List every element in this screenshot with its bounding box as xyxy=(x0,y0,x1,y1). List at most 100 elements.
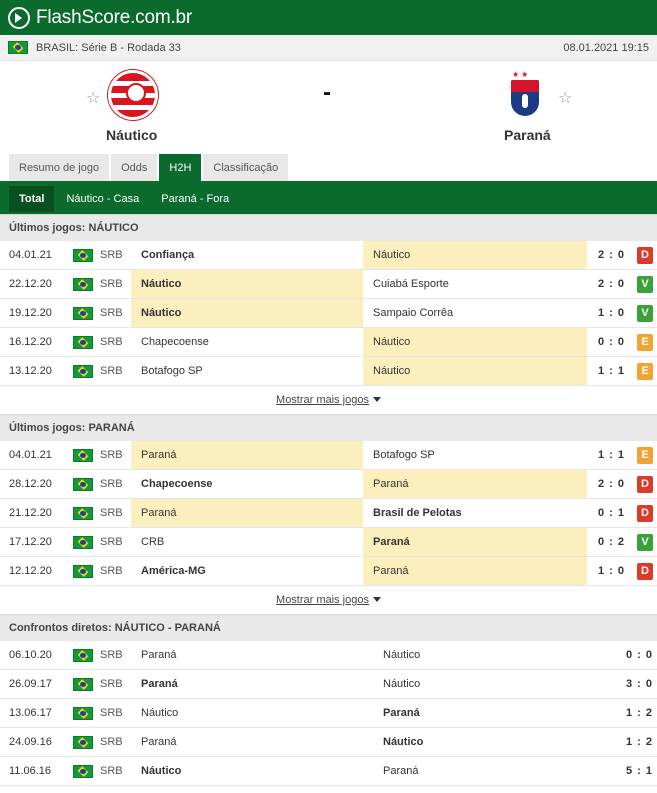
nautico-logo[interactable] xyxy=(108,70,158,120)
league-name[interactable]: BRASIL: Série B - Rodada 33 xyxy=(36,42,563,54)
row-score: 3 : 0 xyxy=(626,678,654,690)
row-away-team: Náutico xyxy=(383,678,421,690)
table-row[interactable]: 06.10.20 SRB Paraná Náutico 0 : 0 xyxy=(0,641,657,670)
table-row[interactable]: 24.09.16 SRB Paraná Náutico 1 : 2 xyxy=(0,728,657,757)
row-date: 19.12.20 xyxy=(9,307,52,319)
row-date: 26.09.17 xyxy=(9,678,52,690)
top-bar: FlashScore.com.br xyxy=(0,0,657,35)
row-competition: SRB xyxy=(100,736,123,748)
tab-odds[interactable]: Odds xyxy=(111,154,158,181)
row-score: 0 : 0 xyxy=(598,336,626,348)
row-away-team: Cuiabá Esporte xyxy=(373,278,449,290)
table-row[interactable]: 17.12.20 SRB CRB Paraná 0 : 2 V xyxy=(0,528,657,557)
tab-classificacao[interactable]: Classificação xyxy=(203,154,289,181)
brazil-flag-icon xyxy=(73,736,93,749)
subtab-home[interactable]: Náutico - Casa xyxy=(56,186,149,212)
table-row[interactable]: 19.12.20 SRB Náutico Sampaio Corrêa 1 : … xyxy=(0,299,657,328)
caret-down-icon xyxy=(372,397,381,402)
subtab-total[interactable]: Total xyxy=(9,186,55,212)
show-more-home[interactable]: Mostrar mais jogos xyxy=(0,386,657,414)
row-competition: SRB xyxy=(100,278,123,290)
row-away-team: Sampaio Corrêa xyxy=(373,307,454,319)
row-score: 1 : 0 xyxy=(598,565,626,577)
row-competition: SRB xyxy=(100,649,123,661)
table-row[interactable]: 21.12.20 SRB Paraná Brasil de Pelotas 0 … xyxy=(0,499,657,528)
row-competition: SRB xyxy=(100,307,123,319)
row-score: 5 : 1 xyxy=(626,765,654,777)
match-header: ☆ Náutico - ★★ ☆ Paraná xyxy=(0,61,657,154)
brazil-flag-icon xyxy=(73,678,93,691)
row-home-team: CRB xyxy=(141,536,165,548)
row-home-team: Náutico xyxy=(141,707,179,719)
table-row[interactable]: 16.12.20 SRB Chapecoense Náutico 0 : 0 E xyxy=(0,328,657,357)
row-date: 04.01.21 xyxy=(9,449,52,461)
row-away-team: Paraná xyxy=(383,765,419,777)
row-competition: SRB xyxy=(100,765,123,777)
brazil-flag-icon xyxy=(73,336,93,349)
table-row[interactable]: 22.12.20 SRB Náutico Cuiabá Esporte 2 : … xyxy=(0,270,657,299)
row-date: 06.10.20 xyxy=(9,649,52,661)
row-date: 22.12.20 xyxy=(9,278,52,290)
row-date: 28.12.20 xyxy=(9,478,52,490)
row-away-team: Paraná xyxy=(363,528,587,556)
row-home-team: Confiança xyxy=(141,249,195,261)
brazil-flag-icon xyxy=(73,278,93,291)
row-score: 0 : 1 xyxy=(598,507,626,519)
away-last-list: 04.01.21 SRB Paraná Botafogo SP 1 : 1 E … xyxy=(0,441,657,586)
row-away-team: Paraná xyxy=(383,707,420,719)
table-row[interactable]: 12.12.20 SRB América-MG Paraná 1 : 0 D xyxy=(0,557,657,586)
row-score: 0 : 0 xyxy=(626,649,654,661)
row-home-team: Paraná xyxy=(141,649,177,661)
row-competition: SRB xyxy=(100,478,123,490)
h2h-list: 06.10.20 SRB Paraná Náutico 0 : 0 26.09.… xyxy=(0,641,657,786)
show-more-link[interactable]: Mostrar mais jogos xyxy=(276,594,369,606)
table-row[interactable]: 04.01.21 SRB Paraná Botafogo SP 1 : 1 E xyxy=(0,441,657,470)
row-date: 17.12.20 xyxy=(9,536,52,548)
show-more-link[interactable]: Mostrar mais jogos xyxy=(276,394,369,406)
row-competition: SRB xyxy=(100,565,123,577)
row-score: 1 : 1 xyxy=(598,449,626,461)
brazil-flag-icon xyxy=(73,449,93,462)
row-date: 12.12.20 xyxy=(9,565,52,577)
tab-h2h[interactable]: H2H xyxy=(159,154,202,181)
table-row[interactable]: 11.06.16 SRB Náutico Paraná 5 : 1 xyxy=(0,757,657,786)
row-away-team: Náutico xyxy=(363,328,587,356)
brazil-flag-icon xyxy=(73,365,93,378)
section-title-home-last: Últimos jogos: NÁUTICO xyxy=(0,214,657,241)
parana-logo[interactable]: ★★ xyxy=(510,70,540,118)
brazil-flag-icon xyxy=(73,565,93,578)
table-row[interactable]: 13.12.20 SRB Botafogo SP Náutico 1 : 1 E xyxy=(0,357,657,386)
brazil-flag-icon xyxy=(73,478,93,491)
result-badge: D xyxy=(637,247,653,264)
subtab-away[interactable]: Paraná - Fora xyxy=(151,186,239,212)
brazil-flag-icon xyxy=(73,707,93,720)
home-team-name[interactable]: Náutico xyxy=(106,127,157,143)
favorite-away-star-icon[interactable]: ☆ xyxy=(558,88,572,108)
logo-text[interactable]: FlashScore.com.br xyxy=(36,7,192,29)
row-away-team: Náutico xyxy=(363,357,587,385)
result-badge: D xyxy=(637,563,653,580)
brazil-flag-icon xyxy=(73,536,93,549)
table-row[interactable]: 28.12.20 SRB Chapecoense Paraná 2 : 0 D xyxy=(0,470,657,499)
table-row[interactable]: 04.01.21 SRB Confiança Náutico 2 : 0 D xyxy=(0,241,657,270)
away-team-name[interactable]: Paraná xyxy=(504,127,551,143)
brazil-flag-icon xyxy=(73,249,93,262)
row-home-team: Paraná xyxy=(141,678,178,690)
brazil-flag-icon xyxy=(73,765,93,778)
row-home-team: Náutico xyxy=(141,765,182,777)
caret-down-icon xyxy=(372,597,381,602)
row-score: 2 : 0 xyxy=(598,478,626,490)
row-competition: SRB xyxy=(100,365,123,377)
match-datetime: 08.01.2021 19:15 xyxy=(563,41,649,54)
table-row[interactable]: 26.09.17 SRB Paraná Náutico 3 : 0 xyxy=(0,670,657,699)
flashscore-logo-icon[interactable] xyxy=(8,6,30,29)
show-more-away[interactable]: Mostrar mais jogos xyxy=(0,586,657,614)
table-row[interactable]: 13.06.17 SRB Náutico Paraná 1 : 2 xyxy=(0,699,657,728)
favorite-home-star-icon[interactable]: ☆ xyxy=(86,88,100,108)
row-competition: SRB xyxy=(100,707,123,719)
match-score: - xyxy=(323,79,331,106)
row-date: 16.12.20 xyxy=(9,336,52,348)
section-title-away-last: Últimos jogos: PARANÁ xyxy=(0,414,657,441)
tab-resumo[interactable]: Resumo de jogo xyxy=(9,154,110,181)
row-away-team: Náutico xyxy=(363,241,587,269)
